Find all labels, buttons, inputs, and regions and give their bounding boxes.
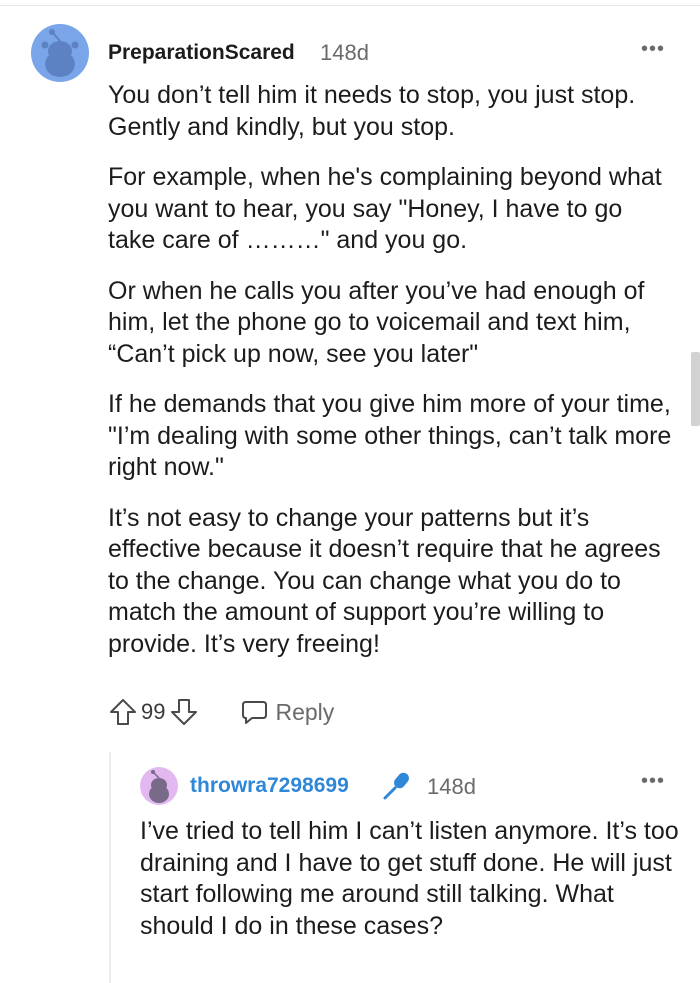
downvote-arrow-icon xyxy=(171,699,198,725)
upvote-button[interactable] xyxy=(108,697,138,727)
comment-paragraph: You don’t tell him it needs to stop, you… xyxy=(108,81,636,141)
microphone-icon xyxy=(383,772,409,800)
reply-body: I’ve tried to tell him I can’t listen an… xyxy=(140,816,680,961)
comment-paragraph: Or when he calls you after you’ve had en… xyxy=(108,276,645,368)
comment-paragraph: It’s not easy to change your patterns bu… xyxy=(108,503,661,658)
snoo-avatar-icon xyxy=(41,29,79,77)
top-divider xyxy=(0,5,700,6)
comment-actions: 99 Reply xyxy=(108,696,334,728)
comment-body: You don’t tell him it needs to stop, you… xyxy=(108,80,673,679)
reply-username[interactable]: throwra7298699 xyxy=(190,774,349,798)
reply-button[interactable]: Reply xyxy=(239,698,334,726)
reply-label: Reply xyxy=(275,698,335,725)
reply-paragraph: I’ve tried to tell him I can’t listen an… xyxy=(140,817,679,940)
scrollbar[interactable] xyxy=(691,352,700,426)
comment-username[interactable]: PreparationScared xyxy=(108,41,295,65)
comment-bubble-icon xyxy=(242,701,268,724)
comment-paragraph: If he demands that you give him more of … xyxy=(108,390,672,481)
avatar[interactable] xyxy=(31,24,89,82)
more-options-button[interactable]: ••• xyxy=(641,38,665,61)
vote-score: 99 xyxy=(141,699,166,724)
reply-avatar[interactable] xyxy=(140,767,178,805)
reply-age: 148d xyxy=(427,774,476,799)
downvote-button[interactable] xyxy=(169,697,199,727)
thread-line[interactable] xyxy=(109,752,111,983)
comment-age: 148d xyxy=(320,40,369,65)
comment-paragraph: For example, when he's complaining beyon… xyxy=(108,163,662,254)
reply-more-options-button[interactable]: ••• xyxy=(641,770,665,793)
snoo-avatar-icon xyxy=(149,770,169,803)
upvote-arrow-icon xyxy=(110,699,136,725)
